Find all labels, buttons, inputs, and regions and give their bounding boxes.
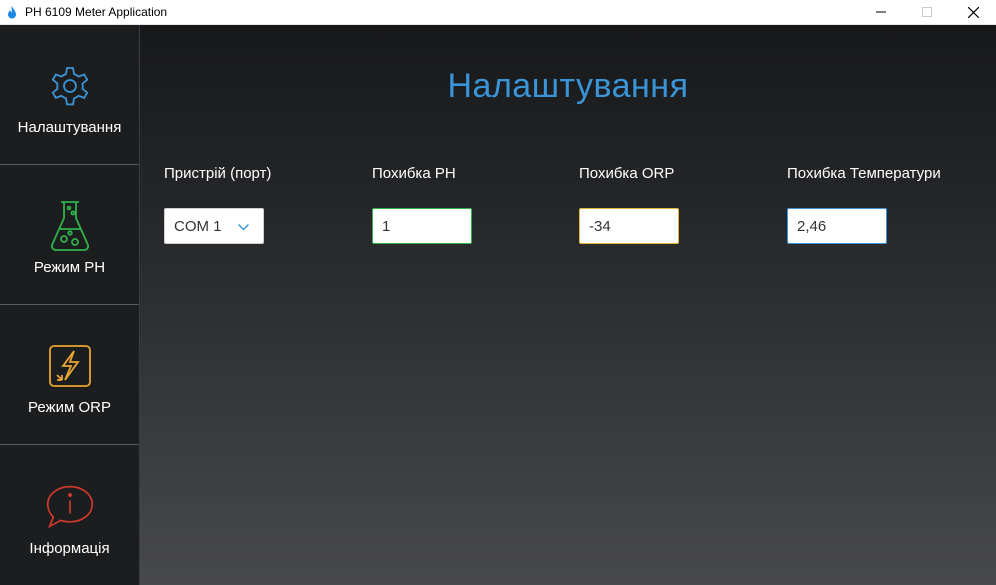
orp-error-input[interactable]: -34 [579,208,679,244]
ph-error-label: Похибка PH [372,165,456,182]
sidebar-item-information[interactable]: Інформація [0,445,139,585]
app-window: PH 6109 Meter Application Налаштування Р… [0,0,996,585]
port-select-value: COM 1 [174,217,222,235]
sidebar: Налаштування Режим PH Режим ORP Інформац… [0,25,140,585]
page-title: Налаштування [447,67,689,105]
flame-icon [6,5,18,19]
minimize-button[interactable] [858,0,904,25]
sidebar-item-orp-mode[interactable]: Режим ORP [0,305,139,445]
info-bubble-icon [45,482,95,532]
port-select[interactable]: COM 1 [164,208,264,244]
orp-error-field: Похибка ORP -34 [579,165,679,244]
gear-icon [45,61,95,111]
sidebar-item-ph-mode[interactable]: Режим PH [0,165,139,305]
port-label: Пристрій (порт) [164,165,272,182]
ph-error-input[interactable]: 1 [372,208,472,244]
flask-icon [45,201,95,251]
chevron-down-icon [238,218,249,235]
sidebar-item-label: Інформація [29,539,110,557]
sidebar-item-label: Режим ORP [28,399,111,416]
settings-panel: Налаштування Пристрій (порт) COM 1 Похиб… [140,25,996,585]
window-title: PH 6109 Meter Application [25,5,168,19]
temperature-error-label: Похибка Температури [787,165,941,182]
sidebar-item-label: Налаштування [17,119,122,136]
close-button[interactable] [950,0,996,25]
sidebar-item-label: Режим PH [33,259,106,276]
sidebar-item-settings[interactable]: Налаштування [0,25,139,165]
port-field: Пристрій (порт) COM 1 [164,165,272,244]
orp-error-label: Похибка ORP [579,165,675,182]
temperature-error-field: Похибка Температури 2,46 [787,165,941,244]
title-bar[interactable]: PH 6109 Meter Application [0,0,996,25]
maximize-button[interactable] [904,0,950,25]
ph-error-field: Похибка PH 1 [372,165,472,244]
temperature-error-input[interactable]: 2,46 [787,208,887,244]
lightning-icon [45,341,95,391]
